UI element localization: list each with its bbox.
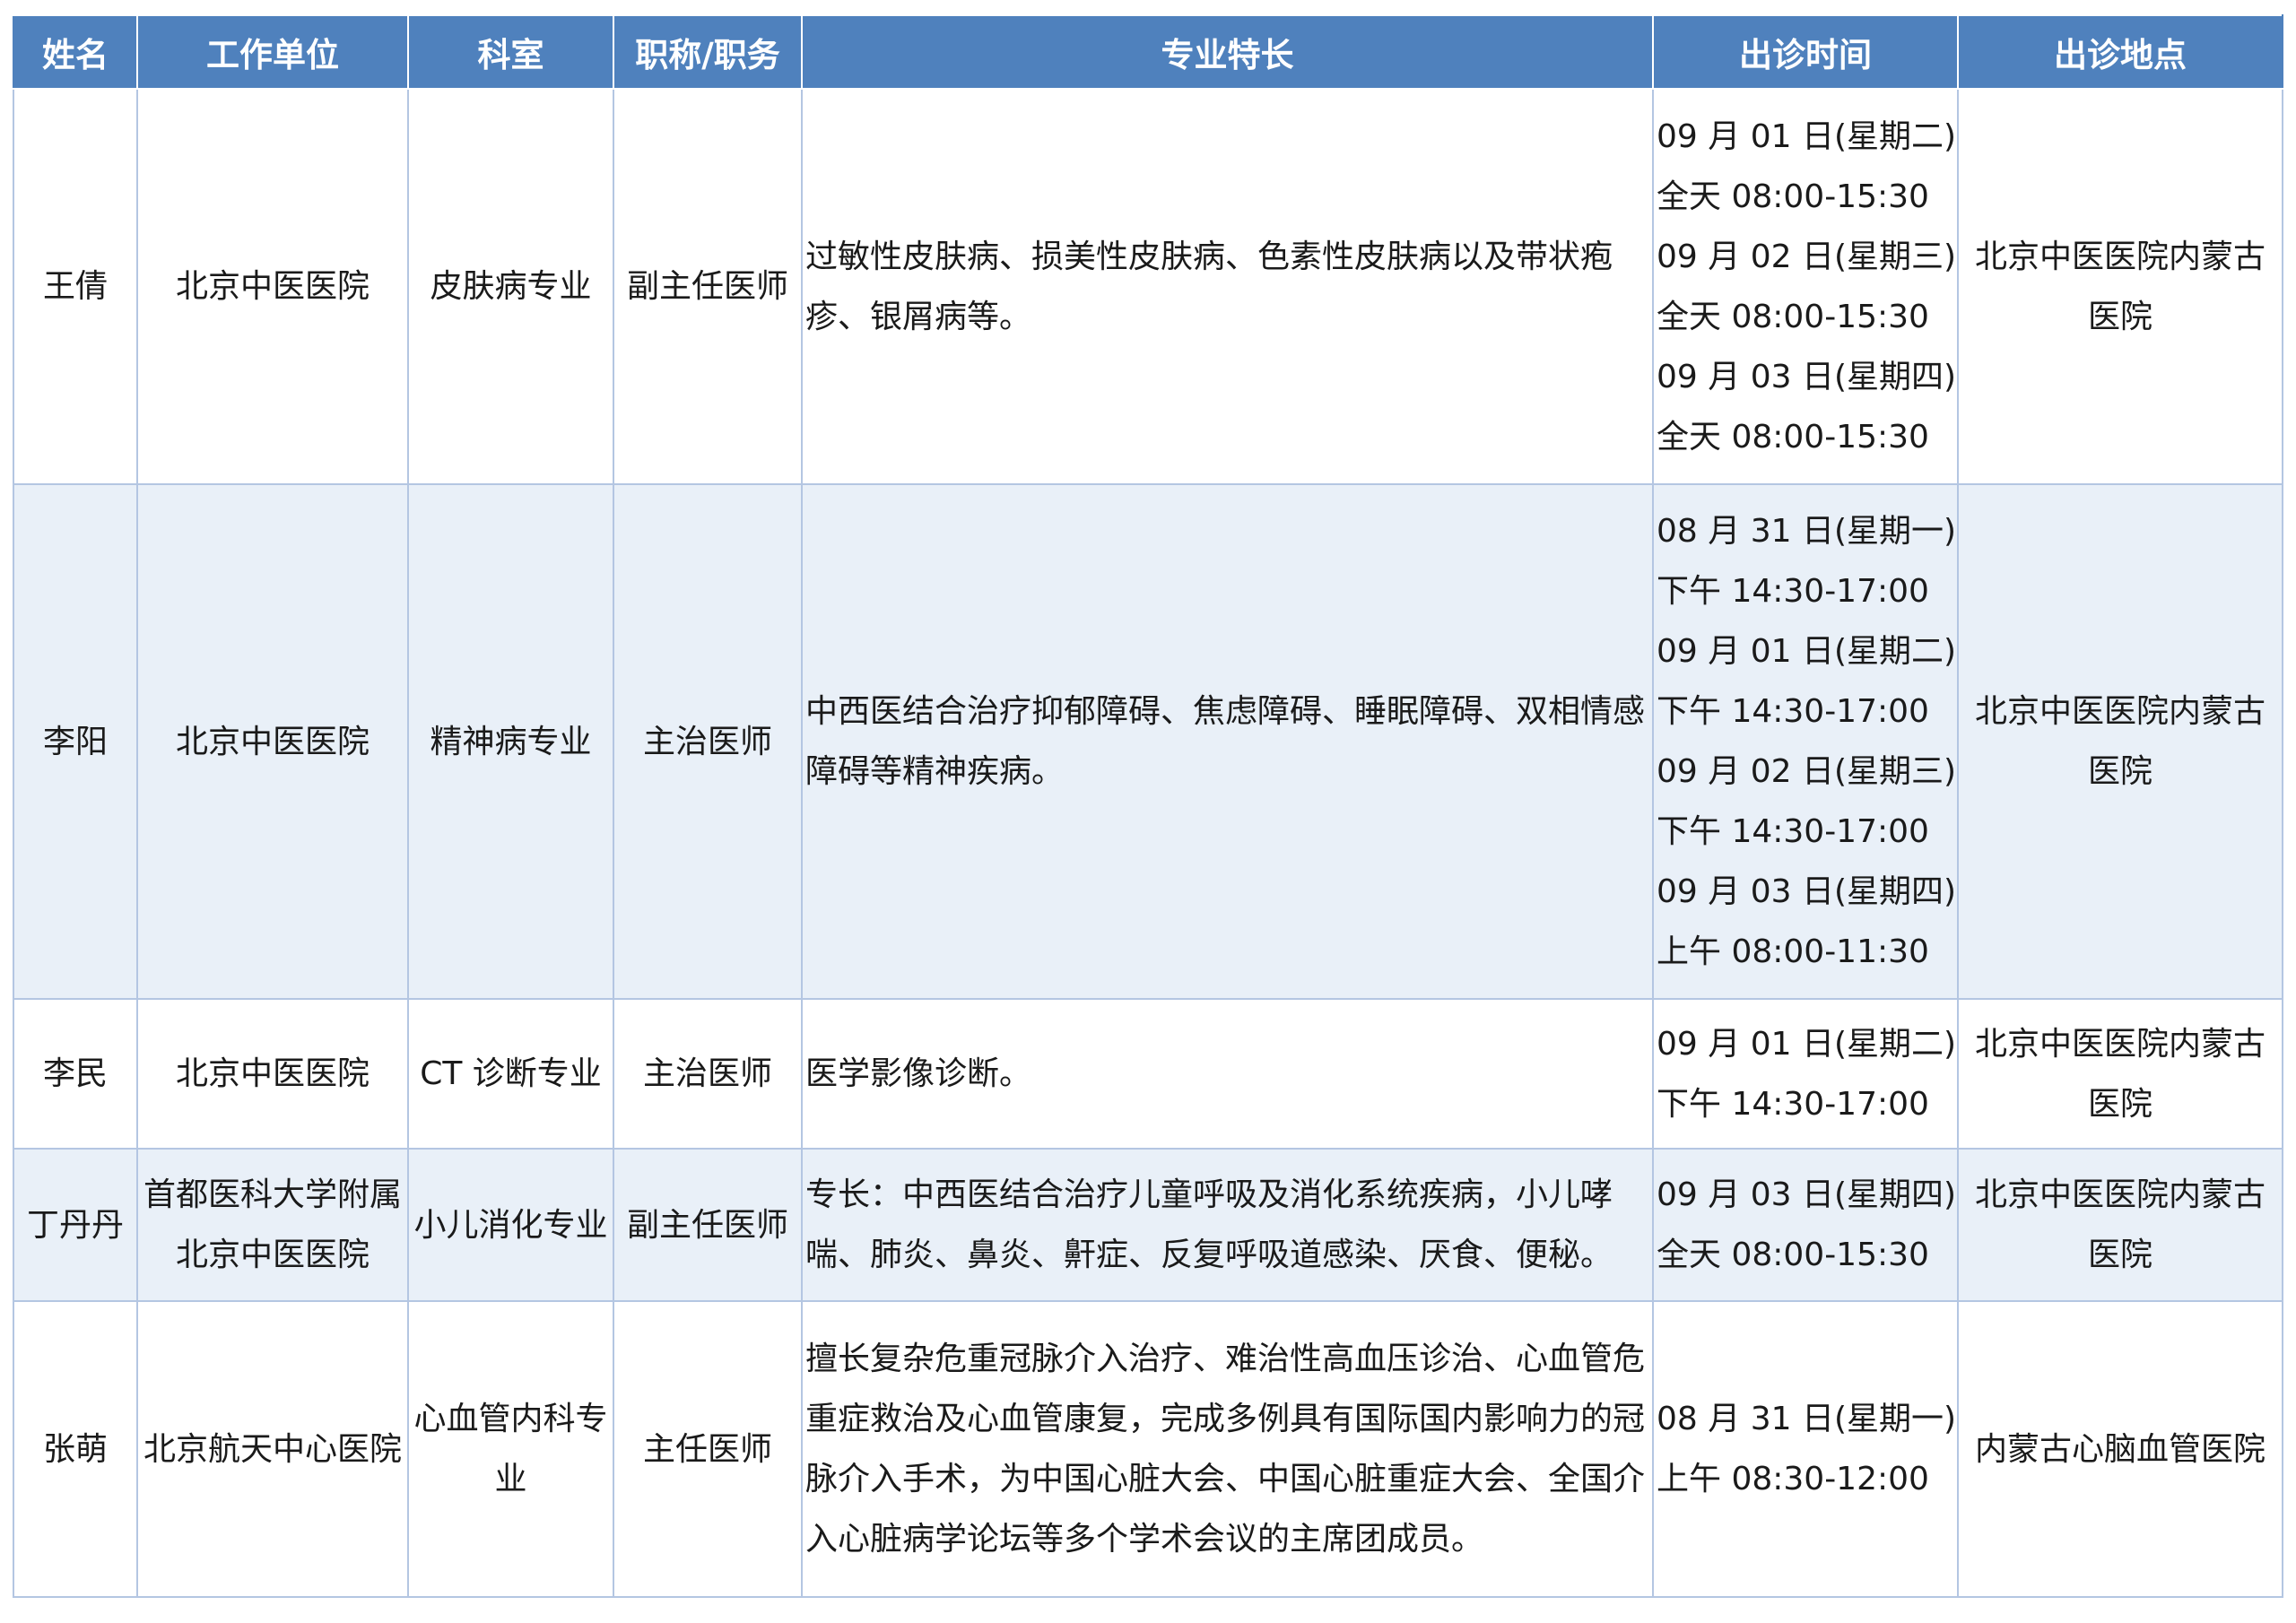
header-unit: 工作单位 xyxy=(136,14,409,90)
header-row: 姓名 工作单位 科室 职称/职务 专业特长 出诊时间 出诊地点 xyxy=(13,14,2283,90)
job-title: 主治医师 xyxy=(613,998,803,1150)
job-title: 主任医师 xyxy=(613,1300,803,1598)
work-unit: 首都医科大学附属北京中医医院 xyxy=(136,1148,409,1302)
schedule: 09 月 01 日(星期二) 全天 08:00-15:30 09 月 02 日(… xyxy=(1652,88,1959,485)
table-row: 王倩 北京中医医院 皮肤病专业 副主任医师 过敏性皮肤病、损美性皮肤病、色素性皮… xyxy=(13,88,2283,485)
doctor-schedule-table-wrapper: 姓名 工作单位 科室 职称/职务 专业特长 出诊时间 出诊地点 王倩 北京中医医… xyxy=(13,14,2283,1598)
specialty: 过敏性皮肤病、损美性皮肤病、色素性皮肤病以及带状疱疹、银屑病等。 xyxy=(801,88,1654,485)
specialty: 医学影像诊断。 xyxy=(801,998,1654,1150)
department: 心血管内科专业 xyxy=(407,1300,614,1598)
location: 北京中医医院内蒙古医院 xyxy=(1957,1148,2283,1302)
schedule-line: 09 月 01 日(星期二) xyxy=(1657,633,1957,670)
schedule-line: 09 月 03 日(星期四) xyxy=(1657,358,1957,395)
schedule: 08 月 31 日(星期一) 下午 14:30-17:00 09 月 01 日(… xyxy=(1652,483,1959,1000)
schedule-line: 上午 08:30-12:00 xyxy=(1657,1461,1929,1497)
schedule-line: 09 月 02 日(星期三) xyxy=(1657,238,1957,275)
schedule-line: 全天 08:00-15:30 xyxy=(1657,1237,1929,1273)
schedule-line: 09 月 01 日(星期二) xyxy=(1657,1025,1957,1063)
schedule-line: 09 月 02 日(星期三) xyxy=(1657,753,1957,790)
schedule-line: 09 月 03 日(星期四) xyxy=(1657,873,1957,910)
location: 北京中医医院内蒙古医院 xyxy=(1957,998,2283,1150)
schedule-line: 下午 14:30-17:00 xyxy=(1657,813,1929,850)
doctor-name: 李民 xyxy=(13,998,138,1150)
location: 内蒙古心脑血管医院 xyxy=(1957,1300,2283,1598)
schedule-line: 09 月 03 日(星期四) xyxy=(1657,1176,1957,1213)
schedule-line: 全天 08:00-15:30 xyxy=(1657,298,1929,335)
header-dept: 科室 xyxy=(407,14,614,90)
location: 北京中医医院内蒙古医院 xyxy=(1957,483,2283,1000)
table-row: 丁丹丹 首都医科大学附属北京中医医院 小儿消化专业 副主任医师 专长：中西医结合… xyxy=(13,1148,2283,1302)
department: 精神病专业 xyxy=(407,483,614,1000)
schedule-line: 下午 14:30-17:00 xyxy=(1657,573,1929,610)
specialty: 专长：中西医结合治疗儿童呼吸及消化系统疾病，小儿哮喘、肺炎、鼻炎、鼾症、反复呼吸… xyxy=(801,1148,1654,1302)
schedule-line: 全天 08:00-15:30 xyxy=(1657,178,1929,215)
work-unit: 北京航天中心医院 xyxy=(136,1300,409,1598)
doctor-name: 王倩 xyxy=(13,88,138,485)
job-title: 副主任医师 xyxy=(613,1148,803,1302)
specialty: 擅长复杂危重冠脉介入治疗、难治性高血压诊治、心血管危重症救治及心血管康复，完成多… xyxy=(801,1300,1654,1598)
header-specialty: 专业特长 xyxy=(801,14,1654,90)
schedule: 09 月 01 日(星期二) 下午 14:30-17:00 xyxy=(1652,998,1959,1150)
schedule-line: 全天 08:00-15:30 xyxy=(1657,418,1929,456)
schedule-line: 08 月 31 日(星期一) xyxy=(1657,1401,1957,1437)
department: 小儿消化专业 xyxy=(407,1148,614,1302)
job-title: 副主任医师 xyxy=(613,88,803,485)
work-unit: 北京中医医院 xyxy=(136,88,409,485)
doctor-name: 李阳 xyxy=(13,483,138,1000)
doctor-schedule-table: 姓名 工作单位 科室 职称/职务 专业特长 出诊时间 出诊地点 王倩 北京中医医… xyxy=(13,14,2283,1598)
schedule-line: 09 月 01 日(星期二) xyxy=(1657,117,1957,155)
doctor-name: 丁丹丹 xyxy=(13,1148,138,1302)
schedule-line: 上午 08:00-11:30 xyxy=(1657,933,1929,970)
department: CT 诊断专业 xyxy=(407,998,614,1150)
specialty: 中西医结合治疗抑郁障碍、焦虑障碍、睡眠障碍、双相情感障碍等精神疾病。 xyxy=(801,483,1654,1000)
header-name: 姓名 xyxy=(13,14,138,90)
header-title: 职称/职务 xyxy=(613,14,803,90)
schedule: 09 月 03 日(星期四) 全天 08:00-15:30 xyxy=(1652,1148,1959,1302)
schedule-line: 08 月 31 日(星期一) xyxy=(1657,513,1957,550)
work-unit: 北京中医医院 xyxy=(136,998,409,1150)
header-location: 出诊地点 xyxy=(1957,14,2283,90)
work-unit: 北京中医医院 xyxy=(136,483,409,1000)
schedule-line: 下午 14:30-17:00 xyxy=(1657,693,1929,730)
department: 皮肤病专业 xyxy=(407,88,614,485)
job-title: 主治医师 xyxy=(613,483,803,1000)
schedule-line: 下午 14:30-17:00 xyxy=(1657,1085,1929,1123)
location: 北京中医医院内蒙古医院 xyxy=(1957,88,2283,485)
table-row: 李阳 北京中医医院 精神病专业 主治医师 中西医结合治疗抑郁障碍、焦虑障碍、睡眠… xyxy=(13,483,2283,1000)
table-row: 李民 北京中医医院 CT 诊断专业 主治医师 医学影像诊断。 09 月 01 日… xyxy=(13,998,2283,1150)
header-schedule: 出诊时间 xyxy=(1652,14,1959,90)
schedule: 08 月 31 日(星期一) 上午 08:30-12:00 xyxy=(1652,1300,1959,1598)
table-row: 张萌 北京航天中心医院 心血管内科专业 主任医师 擅长复杂危重冠脉介入治疗、难治… xyxy=(13,1300,2283,1598)
doctor-name: 张萌 xyxy=(13,1300,138,1598)
